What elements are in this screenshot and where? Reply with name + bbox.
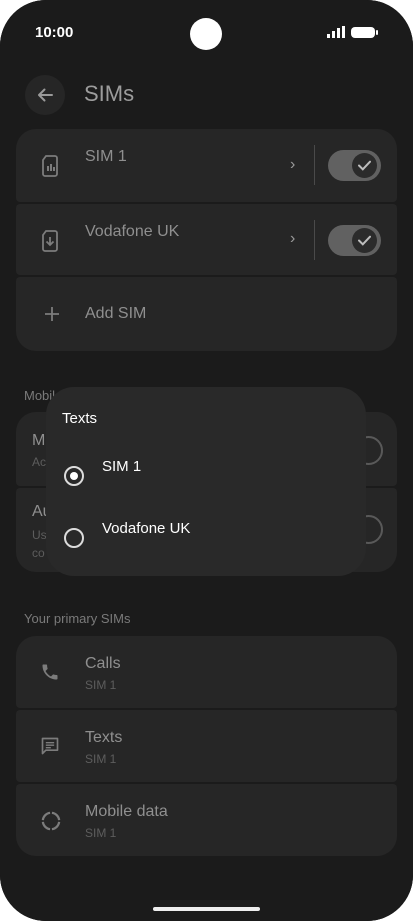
- radio-dot: [70, 472, 78, 480]
- primary-row-mobile-data[interactable]: Mobile data SIM 1: [16, 784, 397, 856]
- back-button[interactable]: [25, 75, 65, 115]
- phone-icon: [42, 664, 58, 680]
- camera-cutout: [190, 18, 222, 50]
- sim-name: SIM 1: [85, 148, 127, 165]
- setting-subtitle: Ac: [32, 455, 47, 469]
- toggle-thumb: [352, 228, 377, 253]
- option-label: Vodafone UK: [102, 520, 191, 537]
- add-sim-label: Add SIM: [85, 305, 147, 322]
- primary-value: SIM 1: [85, 752, 117, 766]
- message-icon: [41, 737, 59, 755]
- divider: [314, 220, 315, 260]
- primary-title: Mobile data: [85, 803, 168, 820]
- battery-tip: [376, 30, 378, 35]
- texts-sim-dialog: Texts SIM 1 Vodafone UK: [46, 387, 366, 576]
- add-sim-row[interactable]: Add SIM: [16, 277, 397, 351]
- setting-subtitle: Us: [32, 528, 47, 542]
- chevron-right-icon[interactable]: ›: [290, 230, 295, 248]
- data-icon: [41, 811, 61, 831]
- dialog-option-vodafone[interactable]: Vodafone UK: [46, 505, 366, 565]
- screen: 10:00 SIMs SIM 1 › Vodafone UK › Add SIM…: [0, 0, 413, 921]
- sim-download-icon: [42, 230, 58, 252]
- status-bar: 10:00: [0, 0, 413, 60]
- arrow-back-icon: [38, 88, 53, 102]
- sim-row[interactable]: Vodafone UK ›: [16, 204, 397, 275]
- primary-row-calls[interactable]: Calls SIM 1: [16, 636, 397, 708]
- chevron-right-icon[interactable]: ›: [290, 156, 295, 174]
- sim-row[interactable]: SIM 1 ›: [16, 129, 397, 202]
- check-icon: [358, 235, 371, 246]
- status-time: 10:00: [35, 24, 74, 41]
- check-icon: [358, 160, 371, 171]
- radio-unselected[interactable]: [64, 528, 84, 548]
- sim-toggle[interactable]: [328, 225, 381, 256]
- battery-icon: [351, 27, 375, 38]
- primary-value: SIM 1: [85, 826, 117, 840]
- dialog-title: Texts: [62, 410, 98, 427]
- plus-icon: [45, 307, 59, 321]
- home-indicator[interactable]: [153, 907, 260, 911]
- sim-toggle[interactable]: [328, 150, 381, 181]
- setting-title: M: [32, 432, 46, 449]
- dialog-option-sim1[interactable]: SIM 1: [46, 445, 366, 505]
- primary-row-texts[interactable]: Texts SIM 1: [16, 710, 397, 782]
- phone-frame: 10:00 SIMs SIM 1 › Vodafone UK › Add SIM…: [0, 0, 413, 921]
- sim-card-icon: [42, 155, 58, 177]
- divider: [314, 145, 315, 185]
- app-bar: SIMs: [0, 70, 413, 120]
- toggle-thumb: [352, 153, 377, 178]
- signal-icon: [327, 26, 345, 38]
- primary-value: SIM 1: [85, 678, 117, 692]
- section-label-primary: Your primary SIMs: [24, 611, 131, 626]
- primary-title: Texts: [85, 729, 123, 746]
- page-title: SIMs: [84, 81, 135, 106]
- option-label: SIM 1: [102, 458, 142, 475]
- radio-selected[interactable]: [64, 466, 84, 486]
- primary-title: Calls: [85, 655, 121, 672]
- sim-name: Vodafone UK: [85, 223, 180, 240]
- setting-subtitle: co: [32, 546, 45, 560]
